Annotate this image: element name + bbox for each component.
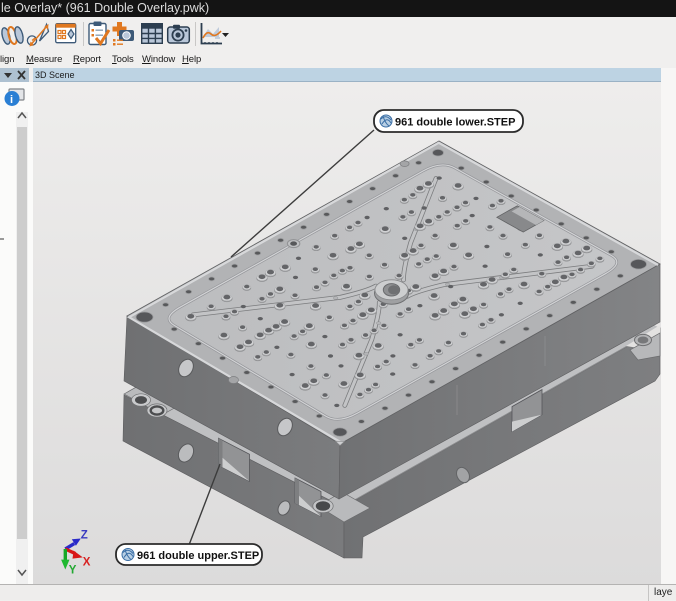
svg-text:i: i — [10, 94, 13, 106]
